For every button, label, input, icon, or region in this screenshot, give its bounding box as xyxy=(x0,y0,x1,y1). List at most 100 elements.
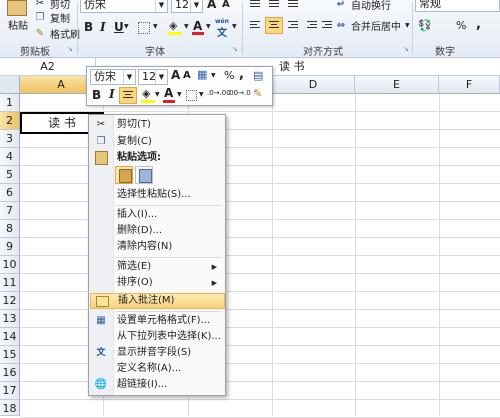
chevron-down-icon[interactable]: ▼ xyxy=(232,23,237,30)
format-painter-icon[interactable]: ✎ xyxy=(253,87,262,100)
menu-separator xyxy=(116,257,222,258)
merge-center-button[interactable]: ⇔ 合并后居中 ▼ xyxy=(333,17,410,34)
menu-item-insert-comment[interactable]: 插入批注(M) xyxy=(90,293,225,309)
align-bottom-button[interactable] xyxy=(284,0,302,13)
chevron-down-icon[interactable]: ▼ xyxy=(155,91,160,98)
fill-color-icon[interactable]: ◈ xyxy=(141,87,155,103)
mini-font-combo[interactable]: 仿宋 ▼ xyxy=(90,69,136,85)
select-all-corner[interactable] xyxy=(0,76,20,94)
format-painter-button[interactable]: ✎ 格式刷 xyxy=(32,25,80,42)
row-header-10[interactable]: 10 xyxy=(0,256,20,274)
underline-button[interactable]: U xyxy=(114,20,124,34)
mini-italic-button[interactable]: I xyxy=(109,87,115,101)
font-size-combo[interactable]: 12 ▼ xyxy=(171,0,203,13)
menu-item-clear-contents[interactable]: 清除内容(N) xyxy=(90,239,225,255)
wrap-text-label: 自动换行 xyxy=(351,1,391,12)
number-format-combo[interactable]: 常规 xyxy=(415,0,500,12)
format-table-icon[interactable]: ▤ xyxy=(253,69,263,82)
row-header-11[interactable]: 11 xyxy=(0,274,20,292)
menu-item-delete[interactable]: 删除(D)... xyxy=(90,223,225,239)
column-header-f[interactable]: F xyxy=(439,76,500,94)
menu-item-format-cells[interactable]: ▦ 设置单元格格式(F)... xyxy=(90,313,225,329)
font-color-icon[interactable]: A xyxy=(163,86,175,103)
align-middle-button[interactable] xyxy=(265,0,283,13)
row-header-14[interactable]: 14 xyxy=(0,328,20,346)
number-format-value: 常规 xyxy=(419,0,441,10)
menu-item-paste-options: 粘贴选项: xyxy=(90,150,225,166)
row-header-2[interactable]: 2 xyxy=(0,112,20,130)
align-right-button[interactable] xyxy=(284,17,302,34)
dialog-launcher-icon[interactable]: ↘ xyxy=(67,45,73,53)
font-color-letter: A xyxy=(164,86,174,100)
menu-item-paste-special[interactable]: 选择性粘贴(S)... xyxy=(90,187,225,203)
menu-item-pick-from-list[interactable]: 从下拉列表中选择(K)... xyxy=(90,329,225,345)
align-center-button[interactable] xyxy=(265,17,283,34)
accounting-format-icon[interactable]: ▦ xyxy=(197,68,207,81)
percent-style-icon[interactable]: % xyxy=(456,19,466,32)
chevron-down-icon[interactable]: ▼ xyxy=(206,23,211,30)
formula-input[interactable]: 读 书 xyxy=(275,58,500,75)
mini-bold-button[interactable]: B xyxy=(92,88,101,102)
row-header-6[interactable]: 6 xyxy=(0,184,20,202)
name-box[interactable]: A2 xyxy=(0,58,96,75)
chevron-down-icon[interactable]: ▼ xyxy=(184,23,189,30)
row-header-8[interactable]: 8 xyxy=(0,220,20,238)
row-header-16[interactable]: 16 xyxy=(0,364,20,382)
paste-button[interactable]: 粘贴 xyxy=(2,0,32,40)
italic-button[interactable]: I xyxy=(100,20,106,34)
row-header-5[interactable]: 5 xyxy=(0,166,20,184)
menu-item-copy[interactable]: ❐ 复制(C) xyxy=(90,134,225,150)
borders-icon[interactable] xyxy=(138,22,150,34)
column-header-e[interactable]: E xyxy=(355,76,439,94)
shrink-font-icon[interactable]: A xyxy=(183,70,191,81)
decrease-decimal-icon[interactable]: .00→.0 xyxy=(227,89,251,97)
comma-style-icon[interactable]: , xyxy=(239,67,244,82)
chevron-down-icon[interactable]: ▼ xyxy=(211,72,216,79)
phonetic-guide-icon[interactable]: wén 文 xyxy=(215,18,231,39)
accounting-format-icon[interactable]: 💱 xyxy=(418,19,432,32)
chevron-down-icon[interactable]: ▼ xyxy=(199,91,204,98)
row-header-1[interactable]: 1 xyxy=(0,94,20,112)
menu-item-filter[interactable]: 筛选(E) ▶ xyxy=(90,259,225,275)
menu-item-hyperlink[interactable]: 🌐 超链接(I)... xyxy=(90,377,225,393)
paste-option-button[interactable] xyxy=(115,166,133,184)
row-header-9[interactable]: 9 xyxy=(0,238,20,256)
menu-item-show-phonetic[interactable]: 文 显示拼音字段(S) xyxy=(90,345,225,361)
comma-style-icon[interactable]: , xyxy=(476,17,481,32)
grow-font-icon[interactable]: A xyxy=(207,0,216,11)
menu-item-cut[interactable]: ✂ 剪切(T) xyxy=(90,117,225,133)
align-left-button[interactable] xyxy=(246,17,264,34)
mini-align-center-button[interactable] xyxy=(119,87,137,104)
dialog-launcher-icon[interactable]: ↘ xyxy=(403,45,409,53)
menu-item-insert[interactable]: 插入(I)... xyxy=(90,207,225,223)
row-header-17[interactable]: 17 xyxy=(0,382,20,400)
column-header-d[interactable]: D xyxy=(272,76,355,94)
menu-item-define-name[interactable]: 定义名称(A)... xyxy=(90,361,225,377)
fill-color-icon[interactable]: ◈ xyxy=(168,19,182,35)
chevron-down-icon[interactable]: ▼ xyxy=(405,22,410,29)
shrink-font-icon[interactable]: A xyxy=(222,0,230,10)
chevron-down-icon[interactable]: ▼ xyxy=(153,23,158,30)
row-header-3[interactable]: 3 xyxy=(0,130,20,148)
font-color-icon[interactable]: A xyxy=(192,19,204,35)
chevron-down-icon[interactable]: ▼ xyxy=(177,91,182,98)
percent-style-icon[interactable]: % xyxy=(224,69,234,82)
font-name-combo[interactable]: 仿宋 ▼ xyxy=(80,0,168,13)
dialog-launcher-icon[interactable]: ↘ xyxy=(232,45,238,53)
row-header-12[interactable]: 12 xyxy=(0,292,20,310)
mini-size-combo[interactable]: 12 ▼ xyxy=(138,69,168,85)
row-header-18[interactable]: 18 xyxy=(0,400,20,416)
paste-values-button[interactable] xyxy=(135,166,153,184)
wrap-text-button[interactable]: ↵ 自动换行 xyxy=(333,0,391,13)
borders-icon[interactable] xyxy=(186,90,197,101)
row-header-13[interactable]: 13 xyxy=(0,310,20,328)
align-top-button[interactable] xyxy=(246,0,264,13)
row-header-4[interactable]: 4 xyxy=(0,148,20,166)
bold-button[interactable]: B xyxy=(84,20,93,34)
menu-item-sort[interactable]: 排序(O) ▶ xyxy=(90,275,225,291)
copy-button[interactable]: ❐ 复制 xyxy=(32,9,70,26)
grow-font-icon[interactable]: A xyxy=(171,68,180,82)
chevron-down-icon[interactable]: ▼ xyxy=(124,23,129,30)
row-header-7[interactable]: 7 xyxy=(0,202,20,220)
row-header-15[interactable]: 15 xyxy=(0,346,20,364)
